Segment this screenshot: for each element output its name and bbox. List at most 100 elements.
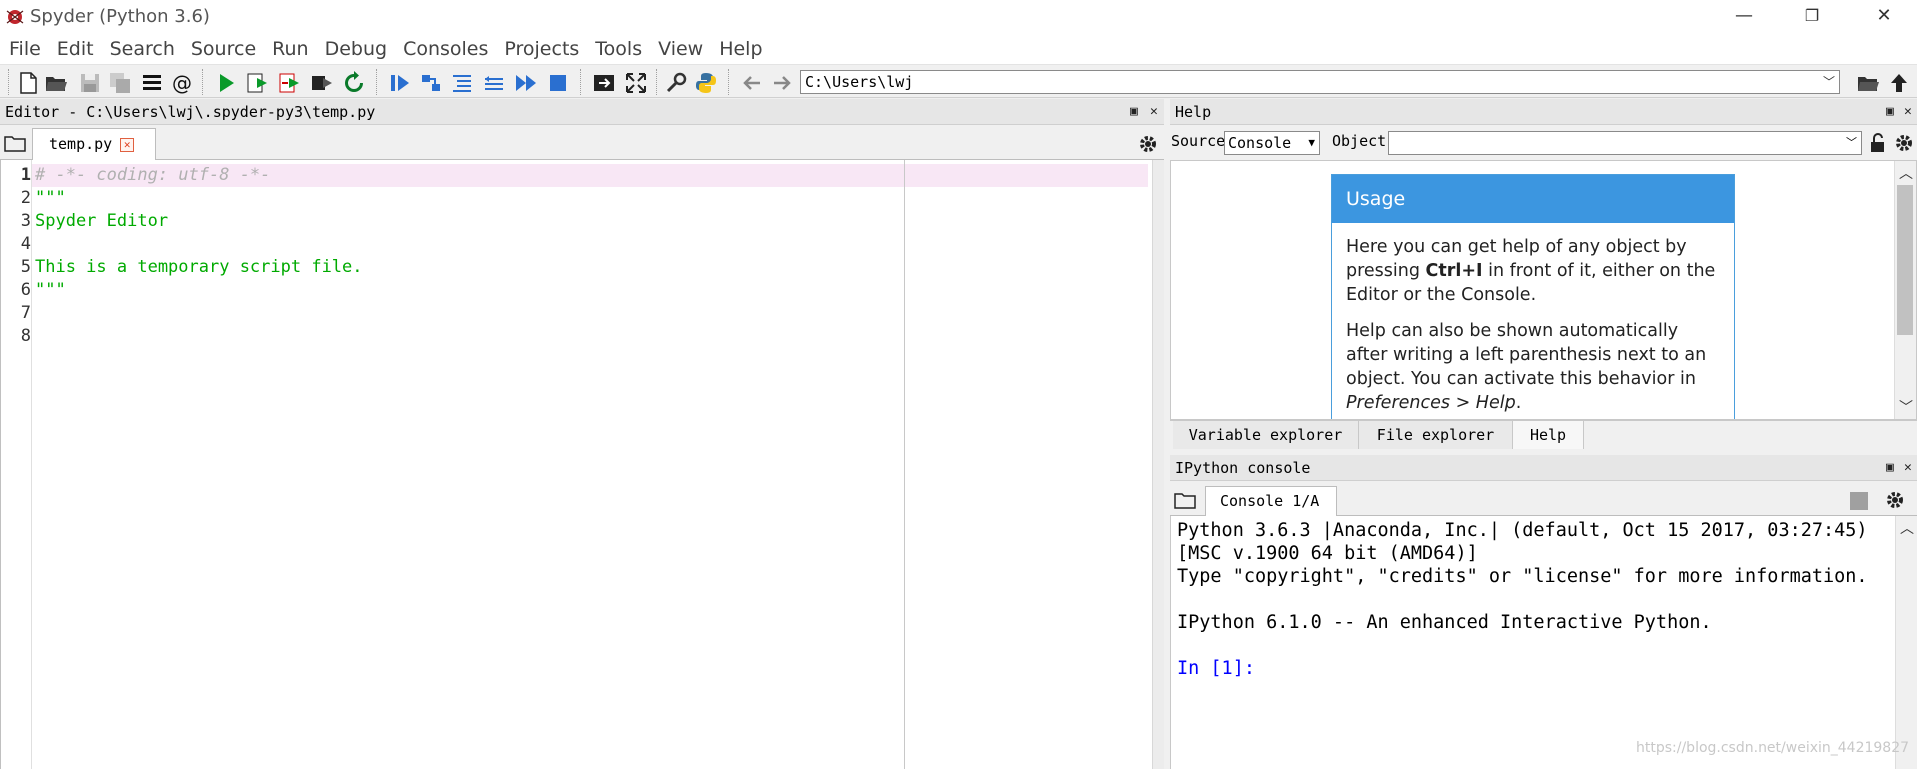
help-viewer: Usage Here you can get help of any objec… (1170, 160, 1917, 420)
console-line: Type "copyright", "credits" or "license"… (1177, 566, 1868, 587)
stop-kernel-icon[interactable] (1850, 492, 1868, 510)
tab-file-explorer[interactable]: File explorer (1359, 421, 1513, 449)
scroll-up-icon[interactable]: ︿ (1899, 163, 1913, 183)
save-all-icon[interactable] (108, 71, 132, 95)
code-editor[interactable]: 1 2 3 4 5 6 7 8 # -*- coding: utf-8 -*- … (0, 160, 1152, 769)
svg-text:@: @ (172, 71, 192, 95)
continue-icon[interactable] (514, 71, 538, 95)
outline-list-icon[interactable] (140, 71, 164, 95)
editor-tab-label: temp.py (49, 135, 113, 153)
source-label: Source (1171, 132, 1226, 150)
source-combo-value: Console (1228, 134, 1292, 152)
browse-folder-icon[interactable] (1856, 71, 1880, 95)
run-selection-icon[interactable] (310, 71, 334, 95)
gear-icon[interactable] (1138, 134, 1158, 154)
help-scrollbar[interactable]: ︿ ﹀ (1894, 161, 1916, 419)
working-directory-value: C:\Users\lwj (805, 73, 914, 91)
editor-pane-title: Editor - C:\Users\lwj\.spyder-py3\temp.p… (0, 99, 1164, 125)
menu-help[interactable]: Help (711, 35, 770, 63)
title-bar: Spyder (Python 3.6) — ❐ ✕ (0, 0, 1917, 34)
gear-icon[interactable] (1894, 133, 1914, 153)
toolbar-separator (376, 69, 378, 95)
browse-tabs-folder-icon[interactable] (4, 134, 26, 152)
close-pane-icon[interactable]: ✕ (1904, 99, 1912, 125)
console-line: IPython 6.1.0 -- An enhanced Interactive… (1177, 612, 1712, 633)
line-number: 4 (20, 234, 31, 254)
menu-consoles[interactable]: Consoles (395, 35, 496, 63)
tab-variable-explorer[interactable]: Variable explorer (1173, 421, 1359, 449)
line-number: 8 (20, 326, 31, 346)
close-window-button[interactable]: ✕ (1856, 0, 1912, 34)
restore-button[interactable]: ❐ (1784, 0, 1840, 34)
stop-debug-icon[interactable] (546, 71, 570, 95)
parent-directory-icon[interactable] (1887, 71, 1911, 95)
debug-icon[interactable] (388, 71, 412, 95)
line-number-gutter: 1 2 3 4 5 6 7 8 (1, 160, 32, 769)
help-pane-title: Help ▣ ✕ (1170, 99, 1917, 125)
unlock-icon[interactable] (1869, 133, 1887, 153)
object-combo[interactable]: ﹀ (1388, 131, 1862, 155)
save-icon[interactable] (78, 71, 102, 95)
menu-search[interactable]: Search (102, 35, 183, 63)
undock-icon[interactable]: ▣ (1886, 455, 1894, 481)
close-pane-icon[interactable]: ✕ (1150, 99, 1158, 125)
scroll-down-icon[interactable]: ﹀ (1899, 397, 1913, 417)
source-combo[interactable]: Console ▼ (1224, 131, 1320, 155)
menu-view[interactable]: View (650, 35, 711, 63)
maximize-pane-icon[interactable] (592, 71, 616, 95)
scrollbar-thumb[interactable] (1897, 185, 1913, 335)
at-icon[interactable]: @ (170, 71, 194, 95)
line-number: 3 (20, 211, 31, 231)
gear-icon[interactable] (1885, 490, 1905, 510)
menu-run[interactable]: Run (264, 35, 316, 63)
toolbar-separator (580, 69, 582, 95)
undock-icon[interactable]: ▣ (1130, 99, 1138, 125)
editor-scrollbar[interactable] (1152, 160, 1164, 769)
help-tab-bar: Variable explorer File explorer Help (1170, 420, 1917, 449)
menu-projects[interactable]: Projects (496, 35, 587, 63)
open-file-icon[interactable] (44, 71, 68, 95)
console-scrollbar[interactable]: ︿ (1895, 516, 1917, 769)
menu-file[interactable]: File (1, 35, 49, 63)
run-cell-icon[interactable] (246, 71, 270, 95)
shortcut-text: Ctrl+I (1425, 261, 1483, 281)
run-icon[interactable] (214, 71, 238, 95)
rerun-icon[interactable] (342, 71, 366, 95)
line-number: 5 (20, 257, 31, 277)
main-toolbar: @ C:\Users\lwj ﹀ (0, 64, 1917, 98)
line-number: 6 (20, 280, 31, 300)
edge-line (904, 160, 905, 769)
menu-tools[interactable]: Tools (587, 35, 650, 63)
toolbar-separator (202, 69, 204, 95)
code-line-string: Spyder Editor (35, 211, 169, 231)
menu-debug[interactable]: Debug (317, 35, 395, 63)
step-into-icon[interactable] (450, 71, 474, 95)
step-icon[interactable] (420, 71, 444, 95)
scroll-up-icon[interactable]: ︿ (1900, 518, 1914, 538)
console-pane-title: IPython console ▣ ✕ (1170, 455, 1917, 481)
working-directory-combo[interactable]: C:\Users\lwj ﹀ (800, 70, 1840, 94)
tab-help[interactable]: Help (1513, 421, 1584, 449)
console-tab-1a[interactable]: Console 1/A✕ (1205, 486, 1337, 537)
step-return-icon[interactable] (482, 71, 506, 95)
run-cell-advance-icon[interactable] (278, 71, 302, 95)
close-tab-icon[interactable]: ✕ (120, 138, 135, 152)
ipython-console[interactable]: Python 3.6.3 |Anaconda, Inc.| (default, … (1170, 516, 1895, 769)
browse-tabs-folder-icon[interactable] (1174, 491, 1196, 509)
usage-paragraph-1: Here you can get help of any object by p… (1346, 237, 1716, 305)
console-tab-label: Console 1/A (1220, 492, 1320, 510)
preferences-wrench-icon[interactable] (664, 71, 688, 95)
minimize-button[interactable]: — (1716, 0, 1772, 34)
fullscreen-icon[interactable] (624, 71, 648, 95)
menu-source[interactable]: Source (183, 35, 264, 63)
forward-arrow-icon[interactable] (770, 71, 794, 95)
console-prompt: In [1]: (1177, 658, 1255, 679)
close-pane-icon[interactable]: ✕ (1904, 455, 1912, 481)
line-number: 1 (20, 165, 31, 185)
undock-icon[interactable]: ▣ (1886, 99, 1894, 125)
editor-tab-temp[interactable]: temp.py ✕ (32, 128, 156, 160)
back-arrow-icon[interactable] (740, 71, 764, 95)
menu-edit[interactable]: Edit (49, 35, 102, 63)
python-path-icon[interactable] (694, 71, 718, 95)
new-file-icon[interactable] (16, 71, 40, 95)
